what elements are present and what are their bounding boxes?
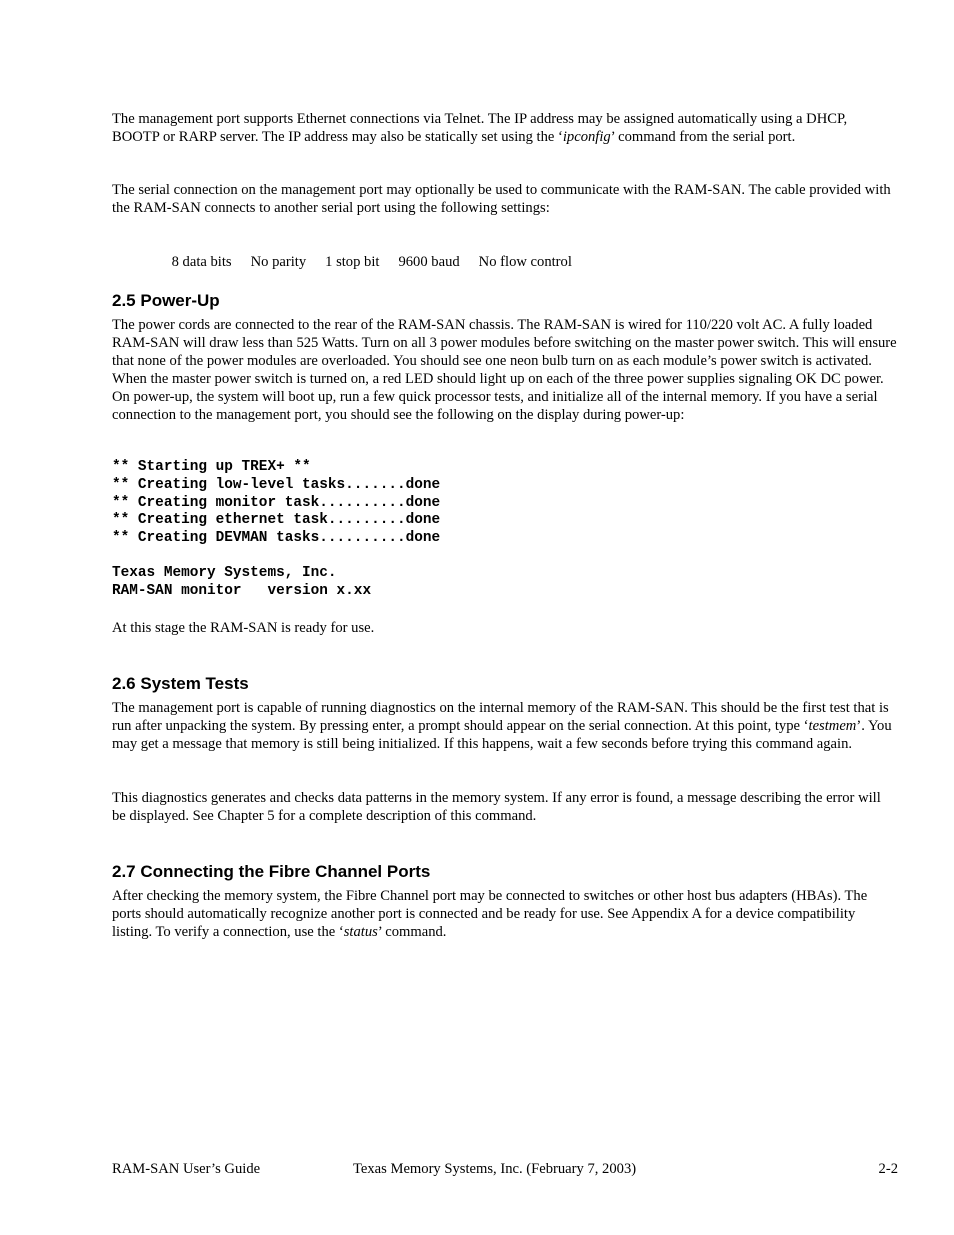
footer-page-number: 2-2 xyxy=(878,1161,898,1177)
ready-text: At this stage the RAM-SAN is ready for u… xyxy=(112,620,375,636)
footer-title: RAM-SAN User’s Guide xyxy=(112,1161,261,1177)
section-heading-system-tests: 2.6 System Tests xyxy=(112,674,249,693)
fibre-channel-paragraph: After checking the memory system, the Fi… xyxy=(112,887,898,941)
console-output-monitor: Texas Memory Systems, Inc. RAM-SAN monit… xyxy=(112,565,372,599)
setting-data-bits: 8 data bits xyxy=(171,254,232,270)
setting-baud: 9600 baud xyxy=(398,254,460,270)
setting-stop-bit: 1 stop bit xyxy=(325,254,380,270)
system-tests-paragraph-1: The management port is capable of runnin… xyxy=(112,699,898,753)
text: The management port is capable of runnin… xyxy=(112,700,889,734)
text: ’ command. xyxy=(377,924,447,940)
status-command: status xyxy=(343,924,378,940)
footer-company-date: Texas Memory Systems, Inc. (February 7, … xyxy=(353,1161,637,1177)
console-output-startup: ** Starting up TREX+ ** ** Creating low-… xyxy=(112,459,441,547)
power-up-paragraph: The power cords are connected to the rea… xyxy=(112,317,897,423)
system-tests-paragraph-2: This diagnostics generates and checks da… xyxy=(112,790,881,824)
intro-paragraph-2: The serial connection on the management … xyxy=(112,182,891,216)
setting-flow-control: No flow control xyxy=(478,254,572,270)
ipconfig-command: ipconfig xyxy=(562,129,611,145)
section-heading-power-up: 2.5 Power-Up xyxy=(112,291,220,310)
intro-paragraph-1: The management port supports Ethernet co… xyxy=(112,110,898,146)
section-heading-fibre-channel: 2.7 Connecting the Fibre Channel Ports xyxy=(112,862,431,881)
testmem-command: testmem xyxy=(808,718,857,734)
setting-parity: No parity xyxy=(250,254,307,270)
serial-settings: 8 data bits No parity 1 stop bit 9600 baud N… xyxy=(157,235,591,289)
text: ’ command from the serial port. xyxy=(610,129,796,145)
text: After checking the memory system, the Fi… xyxy=(112,888,868,940)
